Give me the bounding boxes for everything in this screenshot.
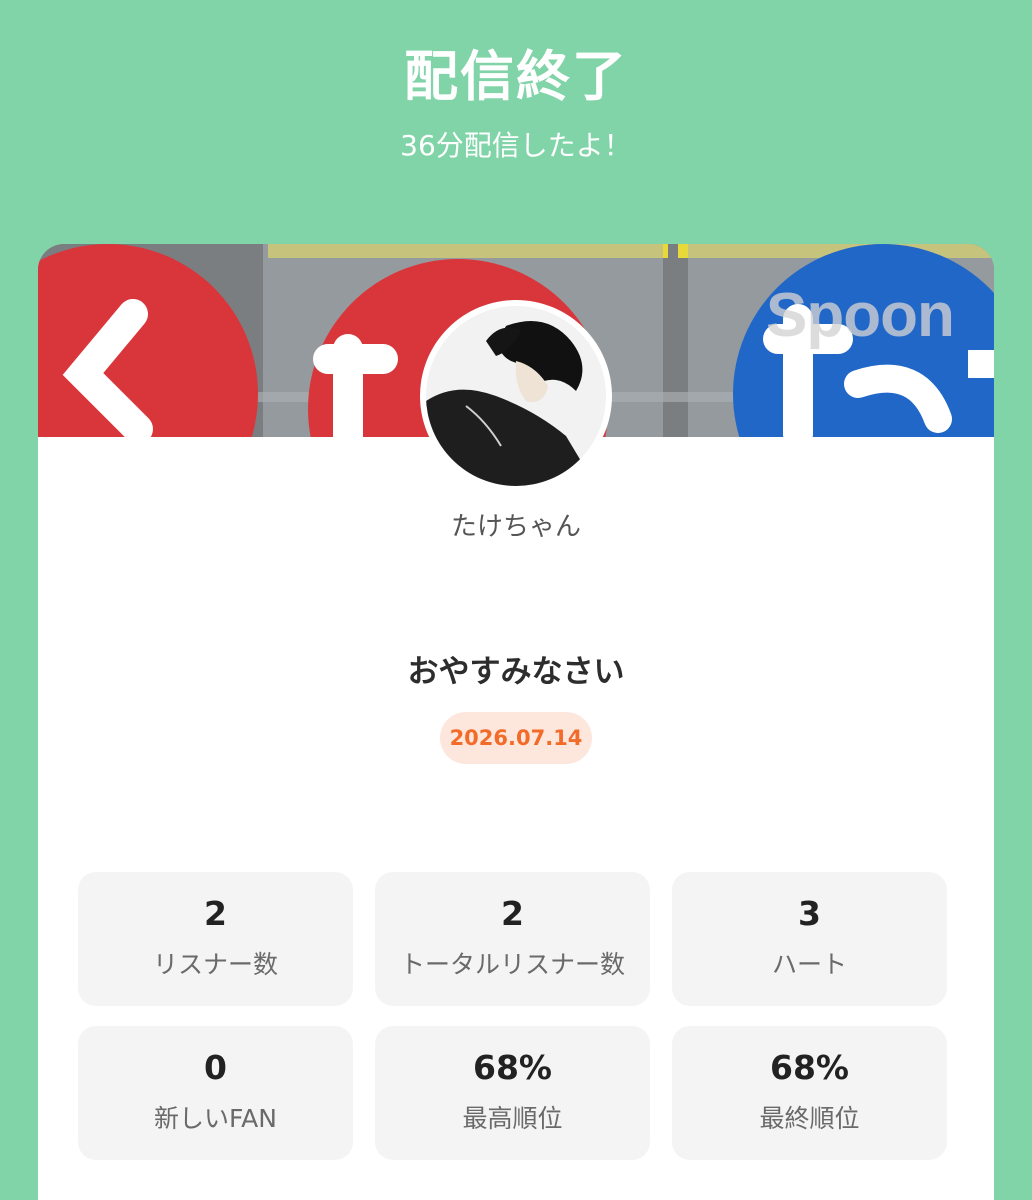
stats-grid: 2 リスナー数 2 トータルリスナー数 3 ハート 0 新しいFAN 68% 最… (78, 872, 947, 1160)
broadcast-title: おやすみなさい (407, 654, 625, 690)
username: たけちゃん (450, 512, 581, 542)
stat-new-fans: 0 新しいFAN (78, 1026, 353, 1160)
avatar[interactable] (420, 300, 612, 492)
stat-label: 最高順位 (462, 1103, 563, 1133)
stat-value: 2 (501, 893, 524, 933)
page-title: 配信終了 (404, 45, 628, 108)
stat-value: 68% (770, 1047, 849, 1087)
broadcast-summary-screen: 配信終了 36分配信したよ！ Spoon たけちゃん おやすみなさい 2026.… (0, 0, 1032, 1200)
stat-listeners: 2 リスナー数 (78, 872, 353, 1006)
date-badge: 2026.07.14 (440, 712, 592, 764)
stat-total-listeners: 2 トータルリスナー数 (375, 872, 650, 1006)
spoon-logo: Spoon (766, 281, 955, 350)
summary-card: Spoon たけちゃん おやすみなさい 2026.07.14 2 リスナー数 2… (38, 244, 994, 1200)
stat-hearts: 3 ハート (672, 872, 947, 1006)
stat-label: 最終順位 (759, 1103, 860, 1133)
stat-value: 0 (204, 1047, 227, 1087)
stat-final-rank: 68% 最終順位 (672, 1026, 947, 1160)
stat-label: 新しいFAN (154, 1103, 277, 1133)
broadcast-duration-text: 36分配信したよ！ (400, 129, 632, 162)
stat-label: リスナー数 (152, 949, 278, 979)
stat-value: 3 (798, 893, 821, 933)
stat-value: 2 (204, 893, 227, 933)
stat-value: 68% (473, 1047, 552, 1087)
stat-highest-rank: 68% 最高順位 (375, 1026, 650, 1160)
stat-label: トータルリスナー数 (399, 949, 625, 979)
stat-label: ハート (771, 949, 847, 979)
